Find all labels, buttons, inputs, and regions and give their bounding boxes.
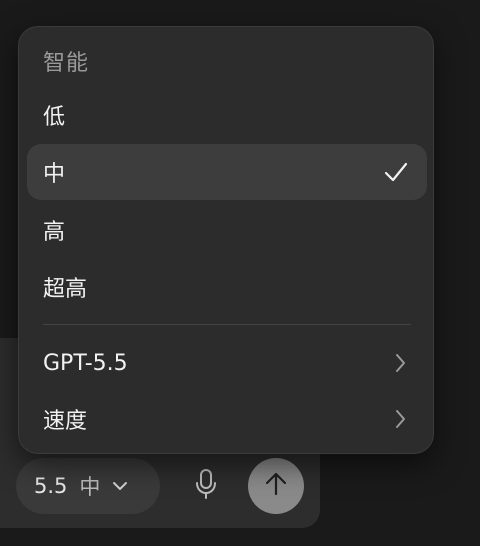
menu-item-extra-high[interactable]: 超高 (27, 259, 427, 315)
model-version-label: 5.5 (34, 474, 68, 498)
menu-item-label: 超高 (43, 277, 88, 302)
menu-item-label: 中 (43, 162, 66, 187)
send-button[interactable] (248, 458, 304, 514)
model-selector-button[interactable]: 5.5 中 (16, 458, 160, 514)
menu-item-label: 速度 (43, 409, 88, 434)
model-options-menu: 智能 低 中 高 超高 GPT-5.5 速度 (18, 26, 434, 454)
app-stage: 5.5 中 智能 低 中 高 超高 GPT-5.5 速度 (0, 0, 480, 546)
arrow-up-icon (262, 470, 290, 502)
menu-item-medium[interactable]: 中 (27, 144, 427, 200)
chevron-right-icon (391, 408, 409, 430)
menu-item-label: 高 (43, 220, 66, 245)
microphone-button[interactable] (186, 466, 226, 506)
menu-divider (43, 324, 411, 325)
reasoning-level-label: 中 (79, 475, 101, 499)
checkmark-icon (383, 159, 409, 185)
chevron-down-icon (110, 476, 130, 496)
menu-item-low[interactable]: 低 (27, 87, 427, 143)
chevron-right-icon (391, 352, 409, 374)
microphone-icon (193, 468, 219, 504)
menu-item-label: 低 (43, 105, 66, 130)
menu-item-speed-submenu[interactable]: 速度 (27, 391, 427, 447)
menu-item-label: GPT-5.5 (43, 350, 128, 376)
menu-item-model-submenu[interactable]: GPT-5.5 (27, 335, 427, 391)
menu-item-high[interactable]: 高 (27, 202, 427, 258)
menu-section-header: 智能 (43, 51, 90, 76)
